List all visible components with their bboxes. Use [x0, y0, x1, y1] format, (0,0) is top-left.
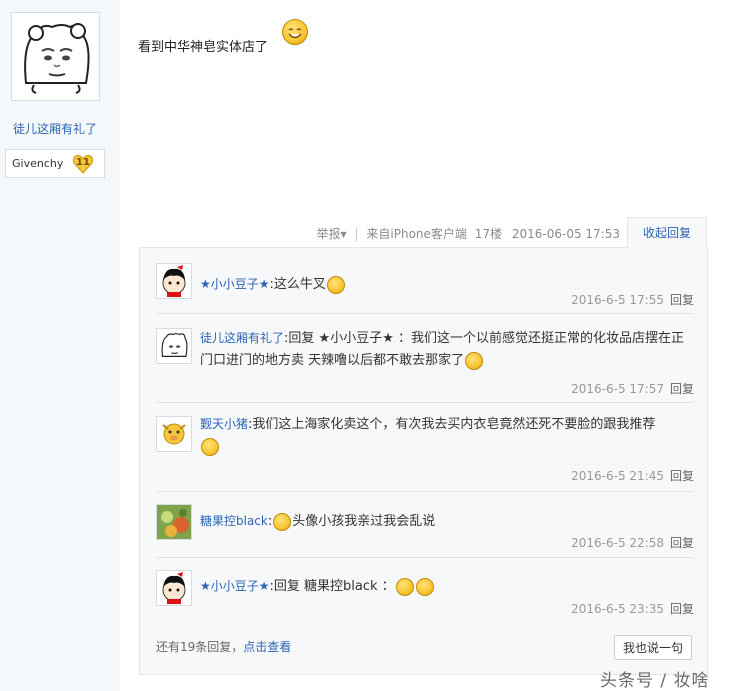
reply-author-link[interactable]: 糖果控black [200, 514, 268, 528]
list-item: ★小小豆子★:回复 糖果控black ： 2016-6-5 23:35 回复 [156, 570, 694, 626]
reply-author-link[interactable]: ★小小豆子★ [200, 579, 270, 593]
reply-time: 2016-6-5 23:35 [571, 602, 664, 616]
badge-level: 11 [76, 157, 90, 168]
add-reply-button[interactable]: 我也说一句 [614, 635, 692, 660]
more-replies: 还有19条回复，点击查看 [156, 638, 291, 655]
reply-button[interactable]: 回复 [670, 382, 694, 396]
post-meta: 举报▼ | 来自iPhone客户端 17楼 2016-06-05 17:53 [316, 227, 620, 241]
user-sidebar: 徒儿这厢有礼了 Givenchy 11 [0, 0, 120, 691]
reply-button[interactable]: 回复 [670, 536, 694, 550]
reply-avatar[interactable] [156, 416, 192, 452]
view-more-link[interactable]: 点击查看 [243, 640, 291, 654]
laughing-emoji-icon [465, 351, 484, 370]
reply-author-link[interactable]: 觐天小猪 [200, 417, 248, 431]
divider [156, 313, 694, 314]
list-item: ★小小豆子★:这么牛叉 2016-6-5 17:55 回复 [156, 263, 694, 323]
reply-time: 2016-6-5 17:55 [571, 293, 664, 307]
reply-text: 回复 糖果控black ： [273, 579, 395, 594]
divider [156, 557, 694, 558]
list-item: 糖果控black: 头像小孩我亲过我会乱说 2016-6-5 22:58 回复 [156, 504, 694, 560]
reply-avatar[interactable] [156, 263, 192, 299]
reply-author-link[interactable]: ★小小豆子★ [200, 277, 270, 291]
divider [156, 402, 694, 403]
surprised-emoji-icon [415, 577, 434, 596]
reply-time: 2016-6-5 17:57 [571, 382, 664, 396]
smile-emoji-icon [282, 19, 308, 45]
reply-button[interactable]: 回复 [670, 602, 694, 616]
reply-time: 2016-6-5 21:45 [571, 469, 664, 483]
reply-button[interactable]: 回复 [670, 469, 694, 483]
smile-emoji-icon [201, 437, 219, 456]
reply-avatar[interactable] [156, 570, 192, 606]
yellow-pig-icon [157, 417, 191, 451]
divider [156, 491, 694, 492]
cartoon-girl-icon [157, 264, 191, 298]
list-item: 觐天小猪:我们这上海家化卖这个，有次我去买内衣皂竟然还死不要脸的跟我推荐 201… [156, 416, 694, 496]
reply-avatar[interactable] [156, 328, 192, 364]
reply-text: 头像小孩我亲过我会乱说 [292, 514, 436, 529]
post-datetime: 2016-06-05 17:53 [511, 227, 620, 241]
reply-time: 2016-6-5 22:58 [571, 536, 664, 550]
photo-avatar-icon [157, 505, 191, 539]
surprised-emoji-icon [395, 577, 414, 596]
report-link[interactable]: 举报▼ [317, 227, 347, 241]
member-badge[interactable]: Givenchy 11 [5, 149, 105, 178]
meme-face-icon [12, 13, 99, 100]
reply-avatar[interactable] [156, 504, 192, 540]
crying-emoji-icon [326, 275, 345, 294]
reply-author-link[interactable]: 徒儿这厢有礼了 [200, 331, 284, 345]
source-label: 来自iPhone客户端 [366, 227, 467, 241]
watermark: 头条号 / 妆啥 [600, 671, 710, 691]
floor-number: 17楼 [474, 227, 503, 241]
reply-button[interactable]: 回复 [670, 293, 694, 307]
list-item: 徒儿这厢有礼了:回复 ★小小豆子★ ：我们这一个以前感觉还挺正常的化妆品店摆在正… [156, 328, 694, 408]
collapse-replies-button[interactable]: 收起回复 [627, 217, 707, 248]
smile-emoji-icon [273, 512, 292, 531]
reply-text: 这么牛叉 [273, 277, 326, 292]
post-content: 看到中华神皂实体店了 [138, 40, 269, 55]
user-avatar[interactable] [11, 12, 100, 101]
badge-name: Givenchy [12, 157, 64, 170]
username-link[interactable]: 徒儿这厢有礼了 [0, 120, 110, 137]
cartoon-girl-icon [157, 571, 191, 605]
more-replies-text: 还有19条回复， [156, 640, 244, 654]
meme-face-icon [157, 329, 191, 363]
reply-list: ★小小豆子★:这么牛叉 2016-6-5 17:55 回复 徒儿这厢有礼了:回复 … [139, 247, 708, 675]
reply-text: 我们这上海家化卖这个，有次我去买内衣皂竟然还死不要脸的跟我推荐 [252, 417, 656, 432]
